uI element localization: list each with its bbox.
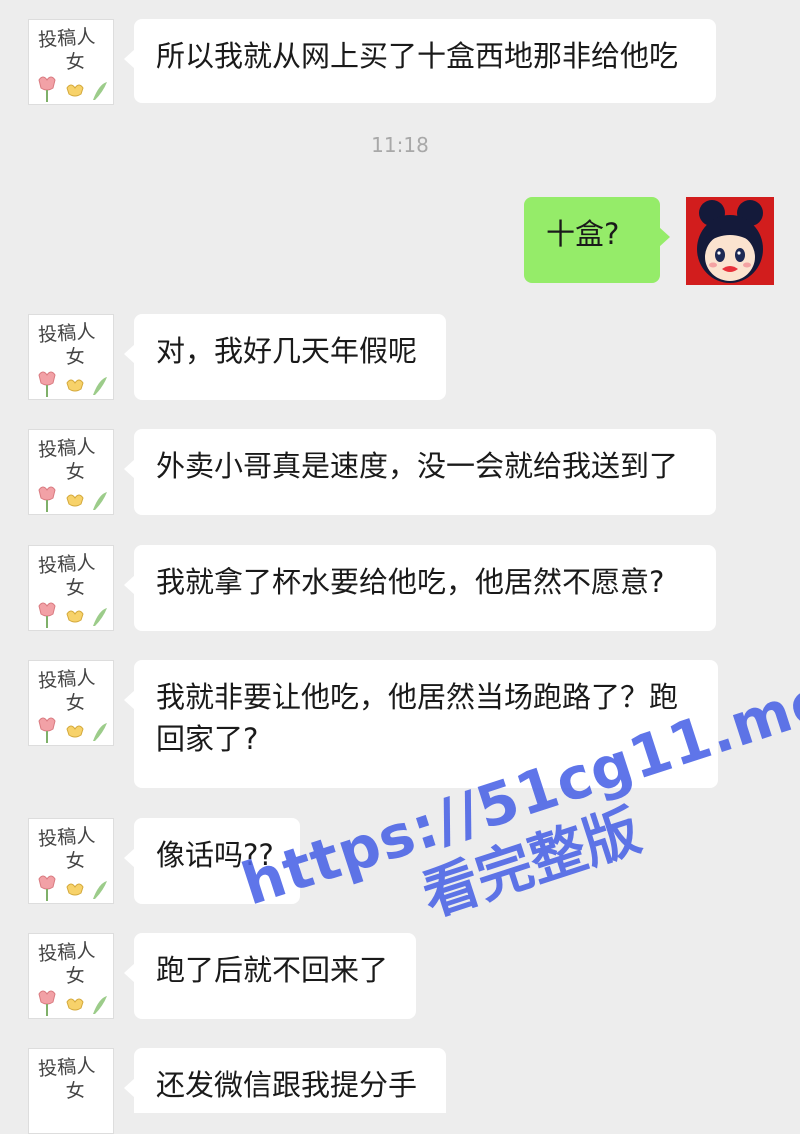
sender-avatar[interactable]: 投稿人 女 bbox=[28, 1048, 114, 1134]
sender-avatar[interactable]: 投稿人 女 bbox=[28, 314, 114, 400]
tulip-icon bbox=[38, 76, 107, 102]
avatar-caption: 投稿人 女 bbox=[37, 435, 96, 484]
tulip-icon bbox=[38, 371, 107, 397]
sender-avatar[interactable]: 投稿人 女 bbox=[28, 545, 114, 631]
avatar-caption: 投稿人 女 bbox=[37, 320, 96, 369]
avatar-caption: 投稿人 女 bbox=[37, 25, 96, 74]
avatar-caption: 投稿人 女 bbox=[37, 824, 96, 873]
tulip-icon bbox=[38, 990, 107, 1016]
tulip-icon bbox=[38, 717, 107, 743]
sender-avatar[interactable]: 投稿人 女 bbox=[28, 19, 114, 105]
sender-avatar[interactable]: 投稿人 女 bbox=[28, 933, 114, 1019]
sender-avatar[interactable]: 投稿人 女 bbox=[28, 660, 114, 746]
tulip-icon bbox=[38, 602, 107, 628]
sender-avatar[interactable]: 投稿人 女 bbox=[28, 818, 114, 904]
message-bubble[interactable]: 外卖小哥真是速度，没一会就给我送到了 bbox=[124, 429, 716, 515]
avatar-caption: 投稿人 女 bbox=[37, 1054, 96, 1103]
avatar-caption: 投稿人 女 bbox=[37, 939, 96, 988]
message-bubble[interactable]: 我就拿了杯水要给他吃，他居然不愿意? bbox=[124, 545, 716, 631]
girl-avatar-icon bbox=[686, 197, 774, 285]
sender-avatar[interactable]: 投稿人 女 bbox=[28, 429, 114, 515]
tulip-icon bbox=[38, 875, 107, 901]
avatar-caption: 投稿人 女 bbox=[37, 551, 96, 600]
message-bubble[interactable]: 十盒? bbox=[524, 197, 670, 283]
my-avatar[interactable] bbox=[686, 197, 774, 285]
avatar-caption: 投稿人 女 bbox=[37, 666, 96, 715]
message-timestamp: 11:18 bbox=[371, 133, 429, 157]
message-bubble[interactable]: 所以我就从网上买了十盒西地那非给他吃 bbox=[124, 19, 716, 103]
tulip-icon bbox=[38, 486, 107, 512]
message-bubble[interactable]: 对，我好几天年假呢 bbox=[124, 314, 446, 400]
message-bubble[interactable]: 跑了后就不回来了 bbox=[124, 933, 416, 1019]
message-bubble[interactable]: 还发微信跟我提分手 bbox=[124, 1048, 446, 1113]
message-bubble[interactable]: 我就非要让他吃，他居然当场跑路了？跑回家了? bbox=[124, 660, 718, 788]
message-bubble[interactable]: 像话吗?? bbox=[124, 818, 300, 904]
